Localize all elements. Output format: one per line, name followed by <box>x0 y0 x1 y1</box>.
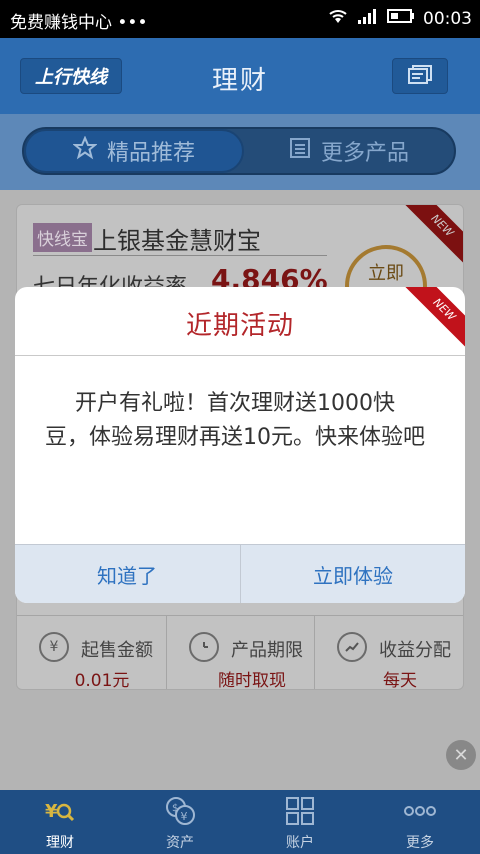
dialog-divider <box>15 355 465 356</box>
nav-label: 资产 <box>166 835 194 851</box>
product-tag: 快线宝 <box>33 223 92 252</box>
status-carrier: 免费赚钱中心 ••• <box>10 13 148 33</box>
stat-value: 0.01元 <box>74 671 130 690</box>
nav-finance[interactable]: ¥ 理财 <box>0 790 120 854</box>
nav-label: 理财 <box>46 835 74 851</box>
segmented-control: 精品推荐 更多产品 <box>22 127 456 175</box>
battery-icon <box>387 8 415 29</box>
wifi-icon <box>327 8 349 29</box>
stat-min-amount: ¥ 起售金额 0.01元 <box>17 616 165 690</box>
activity-dialog: NEW 近期活动 开户有礼啦！首次理财送1000快豆，体验易理财再送10元。快来… <box>15 287 465 603</box>
svg-text:¥: ¥ <box>45 801 58 822</box>
status-bar: 免费赚钱中心 ••• 00:03 <box>0 0 480 38</box>
dialog-message: 开户有礼啦！首次理财送1000快豆，体验易理财再送10元。快来体验吧 <box>45 391 425 450</box>
stat-label: 产品期限 <box>231 640 303 661</box>
star-icon <box>72 135 98 166</box>
tab-more-products[interactable]: 更多产品 <box>244 129 454 173</box>
finance-icon: ¥ <box>44 796 76 826</box>
tab-label: 更多产品 <box>320 141 409 166</box>
try-now-button[interactable]: 立即体验 <box>240 545 465 603</box>
nav-assets[interactable]: ¥ $ 资产 <box>120 790 240 854</box>
stat-distribution: 收益分配 每天 <box>314 616 463 690</box>
dialog-buttons: 知道了 立即体验 <box>15 544 465 603</box>
dismiss-button[interactable]: 知道了 <box>15 545 239 603</box>
svg-text:¥: ¥ <box>181 810 188 823</box>
account-icon <box>284 796 316 826</box>
tab-bar: 精品推荐 更多产品 <box>0 114 480 190</box>
stat-term: 产品期限 随时取现 <box>166 616 315 690</box>
tab-label: 精品推荐 <box>106 141 195 166</box>
nav-account[interactable]: 账户 <box>240 790 360 854</box>
stat-label: 起售金额 <box>81 640 153 661</box>
close-icon[interactable]: ✕ <box>446 740 476 770</box>
card-icon <box>407 64 433 88</box>
clock-icon <box>189 632 219 662</box>
yuan-icon: ¥ <box>39 632 69 662</box>
status-time: 00:03 <box>423 8 472 29</box>
bottom-nav: ¥ 理财 ¥ $ 资产 账户 更多 <box>0 790 480 854</box>
dialog-title: 近期活动 <box>185 311 294 341</box>
buy-now-label: 立即 <box>368 263 404 284</box>
divider <box>33 255 327 256</box>
nav-label: 账户 <box>286 835 314 851</box>
stat-value: 每天 <box>383 671 417 690</box>
stat-label: 收益分配 <box>379 640 451 661</box>
product-name: 上银基金慧财宝 <box>93 227 261 255</box>
stat-value: 随时取现 <box>218 671 286 690</box>
nav-label: 更多 <box>406 835 434 851</box>
product-stats: ¥ 起售金额 0.01元 产品期限 随时取现 收益分配 每天 <box>17 615 463 690</box>
more-icon <box>404 796 436 826</box>
list-icon <box>289 137 311 165</box>
app-header: 上行快线 理财 <box>0 38 480 114</box>
trend-icon <box>337 632 367 662</box>
message-button[interactable] <box>392 58 448 94</box>
signal-icon <box>357 8 379 29</box>
assets-icon: ¥ $ <box>164 796 196 826</box>
tab-featured[interactable]: 精品推荐 <box>24 129 244 173</box>
svg-text:$: $ <box>172 803 178 814</box>
nav-more[interactable]: 更多 <box>360 790 480 854</box>
